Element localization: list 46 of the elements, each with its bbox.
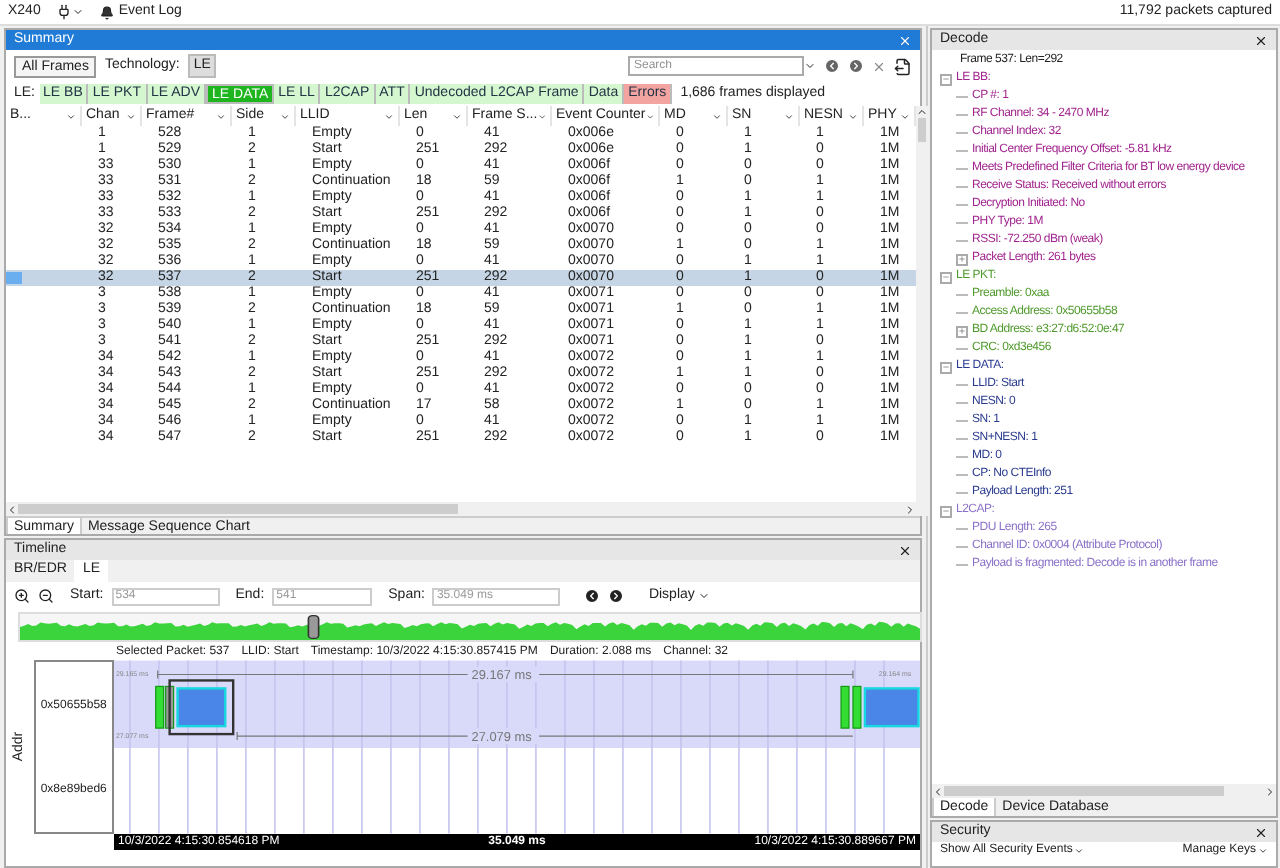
row-marker [6,272,22,284]
sort-caret-icon [537,111,546,121]
caret-icon [698,590,711,602]
export-icon[interactable] [894,57,912,75]
sort-caret-icon [452,111,462,121]
vertical-scrollbar[interactable] [916,106,928,516]
close-icon[interactable] [1254,825,1268,839]
plug-icon [56,4,73,20]
tools-button[interactable] [56,4,85,20]
sort-caret-icon [280,111,290,121]
bell-icon [100,5,115,19]
scroll-up-icon [916,106,928,118]
sort-caret-icon [848,111,858,121]
caret-icon [72,6,85,18]
zoom-out-icon[interactable] [38,588,54,604]
close-icon[interactable] [1254,33,1268,47]
expander-icon[interactable] [956,253,968,265]
sort-caret-icon [784,111,794,121]
clear-icon[interactable] [872,59,886,73]
scroll-right-icon [1264,785,1276,797]
expander-icon[interactable] [940,271,952,283]
horizontal-scrollbar[interactable] [932,784,1276,798]
sort-caret-icon [645,111,654,121]
scroll-left-icon [932,785,944,797]
expander-icon[interactable] [956,325,968,337]
sort-caret-icon [900,111,910,121]
sort-caret-icon [126,111,136,121]
caret-icon[interactable] [804,60,816,72]
horizontal-scrollbar[interactable] [6,502,916,516]
expander-icon[interactable] [940,505,952,517]
scroll-left-icon [6,503,18,515]
selection-frame [167,679,234,736]
scroll-right-icon [904,503,916,515]
close-icon[interactable] [898,543,912,557]
expander-icon[interactable] [940,361,952,373]
caret-icon [1074,845,1085,855]
sort-caret-icon [712,111,722,121]
sort-caret-icon [384,111,394,121]
zoom-in-icon[interactable] [14,588,30,604]
expander-icon[interactable] [940,73,952,85]
sort-caret-icon [216,111,226,121]
next-icon[interactable] [608,588,625,604]
range-handle[interactable] [307,614,320,640]
previous-icon[interactable] [584,588,601,604]
caret-icon [1258,845,1268,855]
sort-caret-icon [66,111,76,121]
